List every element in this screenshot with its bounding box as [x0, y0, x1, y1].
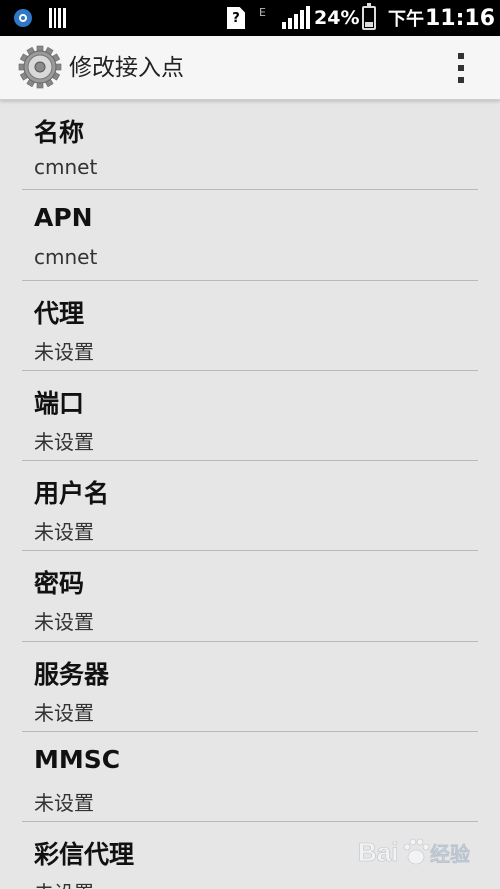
- apn-field-proxy[interactable]: 代理 未设置: [0, 281, 500, 371]
- apn-field-name[interactable]: 名称 cmnet: [0, 100, 500, 191]
- field-label: 名称: [34, 118, 85, 147]
- battery-icon: [362, 0, 376, 36]
- field-value: 未设置: [34, 429, 94, 454]
- overflow-menu-icon[interactable]: [446, 46, 476, 90]
- field-value: 未设置: [34, 791, 94, 816]
- field-label: 端口: [34, 388, 85, 418]
- sim-card-label: ?: [227, 7, 245, 29]
- field-value: cmnet: [34, 155, 98, 179]
- battery-percent: 24%: [314, 7, 360, 29]
- svg-text:经验: 经验: [430, 842, 470, 866]
- field-label: 彩信代理: [34, 840, 135, 870]
- field-value: 未设置: [34, 877, 94, 889]
- apn-field-port[interactable]: 端口 未设置: [0, 371, 500, 462]
- baidu-jingyan-watermark: Bai 经验: [356, 833, 496, 873]
- network-type-label: E: [259, 5, 266, 19]
- field-value: 未设置: [34, 700, 94, 725]
- status-bar: ? E 24% 下午 11:16: [0, 0, 500, 36]
- field-label: 服务器: [34, 659, 110, 689]
- field-value: 未设置: [34, 520, 94, 545]
- field-label: APN: [34, 203, 93, 233]
- field-label: 代理: [34, 298, 85, 328]
- apn-settings-list: 名称 cmnet APN cmnet 代理 未设置 端口 未设置 用户名 未设置…: [0, 100, 500, 889]
- apn-field-password[interactable]: 密码 未设置: [0, 551, 500, 642]
- field-value: 未设置: [34, 610, 94, 635]
- apn-field-server[interactable]: 服务器 未设置: [0, 642, 500, 733]
- apn-field-mmsc[interactable]: MMSC 未设置: [0, 732, 500, 823]
- barcode-notification-icon: [49, 0, 67, 36]
- settings-gear-icon[interactable]: [18, 45, 62, 89]
- page-title: 修改接入点: [69, 55, 184, 81]
- clock-period: 下午: [388, 9, 424, 30]
- field-value: 未设置: [34, 339, 94, 364]
- svg-text:Bai: Bai: [358, 837, 398, 867]
- field-label: 密码: [34, 569, 85, 599]
- clock-time: 11:16: [425, 5, 496, 31]
- field-value: cmnet: [34, 245, 98, 270]
- field-label: 用户名: [34, 479, 110, 509]
- apn-field-apn[interactable]: APN cmnet: [0, 190, 500, 281]
- clock: 下午 11:16: [388, 0, 495, 36]
- action-bar: 修改接入点: [0, 36, 500, 100]
- apn-field-username[interactable]: 用户名 未设置: [0, 461, 500, 552]
- sim-card-icon: ?: [227, 0, 245, 36]
- field-label: MMSC: [34, 745, 121, 775]
- app-notification-icon: [14, 0, 32, 36]
- signal-strength-icon: [282, 0, 310, 36]
- screen: ? E 24% 下午 11:16 修改接入点 名称 cmnet APN cmne…: [0, 0, 500, 889]
